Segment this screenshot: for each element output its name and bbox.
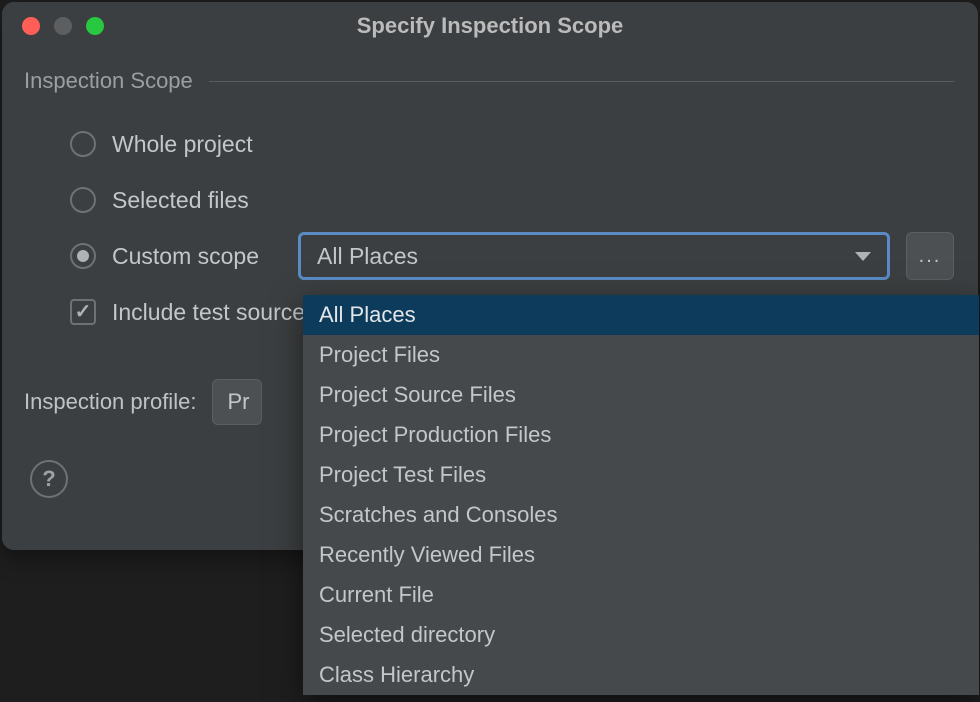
maximize-icon[interactable] [86,17,104,35]
radio-custom-scope-row: Custom scope All Places ... [70,228,954,284]
radio-label[interactable]: Custom scope [112,243,282,270]
dialog-title: Specify Inspection Scope [2,13,978,39]
radio-label: Selected files [112,187,249,214]
divider [209,81,954,82]
section-title: Inspection Scope [24,68,193,94]
radio-icon [70,187,96,213]
help-icon: ? [42,466,55,492]
chevron-down-icon [855,252,871,261]
radio-icon[interactable] [70,243,96,269]
dropdown-item-recently-viewed[interactable]: Recently Viewed Files [303,535,979,575]
profile-combo-value: Pr [227,389,249,415]
radio-whole-project[interactable]: Whole project [70,116,954,172]
radio-selected-files[interactable]: Selected files [70,172,954,228]
titlebar: Specify Inspection Scope [2,2,978,50]
checkbox-label: Include test sources [112,299,317,326]
radio-icon [70,131,96,157]
minimize-icon[interactable] [54,17,72,35]
custom-scope-combo[interactable]: All Places [298,232,890,280]
dropdown-item-current-file[interactable]: Current File [303,575,979,615]
dropdown-item-selected-directory[interactable]: Selected directory [303,615,979,655]
dropdown-item-project-production-files[interactable]: Project Production Files [303,415,979,455]
combo-value: All Places [317,243,418,270]
browse-scope-button[interactable]: ... [906,232,954,280]
dropdown-item-project-source-files[interactable]: Project Source Files [303,375,979,415]
dropdown-item-project-files[interactable]: Project Files [303,335,979,375]
dropdown-item-all-places[interactable]: All Places [303,295,979,335]
profile-label: Inspection profile: [24,389,196,415]
checkbox-icon [70,299,96,325]
dropdown-item-scratches-consoles[interactable]: Scratches and Consoles [303,495,979,535]
window-controls [2,17,104,35]
radio-label: Whole project [112,131,253,158]
profile-combo[interactable]: Pr [212,379,262,425]
dropdown-item-project-test-files[interactable]: Project Test Files [303,455,979,495]
dropdown-item-class-hierarchy[interactable]: Class Hierarchy [303,655,979,695]
section-header: Inspection Scope [24,68,954,94]
custom-scope-dropdown: All Places Project Files Project Source … [303,295,979,695]
close-icon[interactable] [22,17,40,35]
help-button[interactable]: ? [30,460,68,498]
ellipsis-icon: ... [919,245,942,268]
